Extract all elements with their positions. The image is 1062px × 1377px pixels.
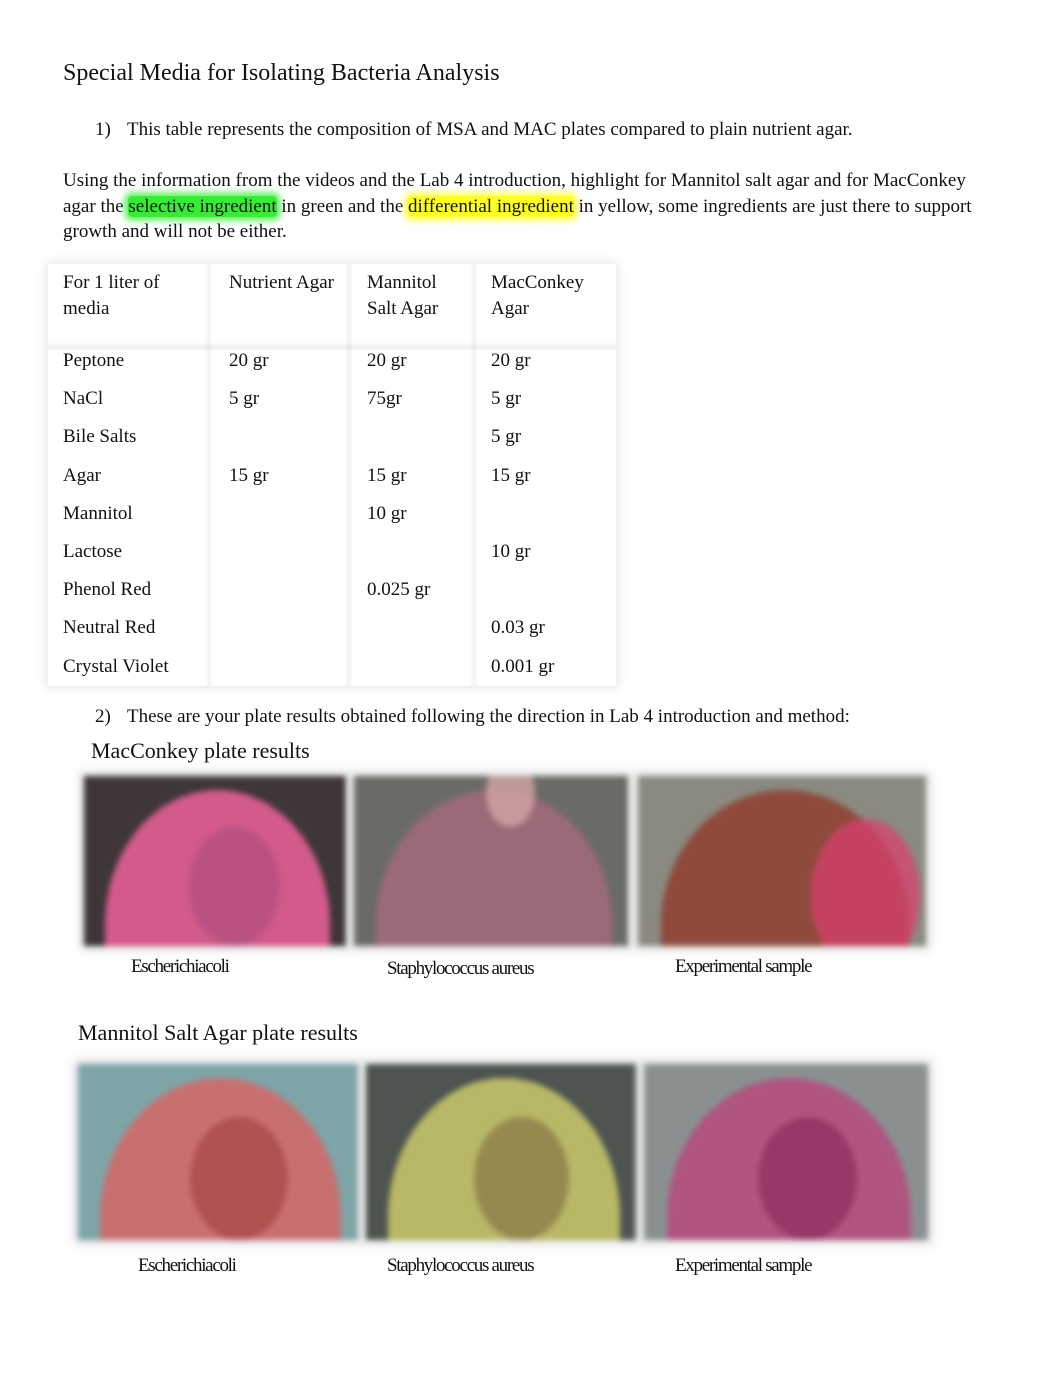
ingredient-amount: 75gr: [367, 388, 402, 410]
ingredient-amount: 20 gr: [229, 350, 269, 371]
ingredient-amount: 5 gr: [491, 388, 522, 410]
header-line: Agar: [491, 298, 529, 319]
ingredient-amount: 0.03 gr: [491, 617, 545, 639]
bacterial-growth-region: [188, 827, 281, 946]
header-line: media: [63, 298, 110, 319]
ingredient-amount: 10 gr: [367, 502, 407, 524]
agar-plate-photo: [366, 1064, 636, 1240]
question-1-text: This table represents the composition of…: [127, 119, 853, 140]
ingredient-amount: 15 gr: [229, 464, 269, 486]
question-2: 2) These are your plate results obtained …: [95, 706, 850, 728]
header-line: MacConkey: [491, 272, 584, 293]
table-header-cell: Nutrient Agar: [229, 270, 334, 296]
ingredient-amount: 0.025 gr: [367, 579, 431, 601]
column-divider: [345, 264, 353, 686]
ingredient-amount: 20 gr: [367, 350, 407, 371]
selective-ingredient-highlight: selective ingredient: [128, 195, 277, 217]
agar-plate-photo: [644, 1064, 928, 1240]
bacterial-growth-region: [474, 1116, 569, 1240]
ingredient-name: Mannitol: [63, 502, 133, 524]
question-2-number: 2): [95, 706, 111, 727]
header-line: For 1 liter of: [63, 272, 160, 293]
bacterial-growth-region: [190, 1116, 288, 1240]
instructions-text-2: in green and the: [276, 195, 409, 217]
ingredient-amount: 0.001 gr: [491, 655, 555, 677]
column-divider: [205, 264, 213, 686]
ingredient-name: Agar: [63, 464, 101, 486]
differential-ingredient-highlight: differential ingredient: [408, 195, 574, 217]
ingredient-name: Bile Salts: [63, 426, 137, 448]
msa-results-heading: Mannitol Salt Agar plate results: [78, 1020, 358, 1045]
table-header-cell: MacConkey Agar: [491, 270, 584, 322]
plate-caption: Escherichiacoli: [131, 956, 230, 977]
instructions-paragraph: Using the information from the videos an…: [63, 168, 993, 245]
question-1: 1) This table represents the composition …: [95, 119, 853, 141]
agar-plate-photo: [78, 1064, 358, 1240]
plate-caption: Experimental sample: [675, 1255, 813, 1276]
ingredient-amount: 15 gr: [367, 464, 407, 486]
ingredient-amount: 5 gr: [229, 388, 260, 410]
question-1-number: 1): [95, 119, 111, 140]
header-line: Salt Agar: [367, 298, 439, 319]
plate-caption: Staphylococcus aureus: [387, 958, 535, 979]
ingredient-name: Peptone: [63, 350, 125, 371]
agar-plate-photo: [84, 776, 346, 946]
table-header-cell: Mannitol Salt Agar: [367, 270, 438, 322]
ingredient-name: Neutral Red: [63, 617, 156, 639]
header-line: Nutrient Agar: [229, 272, 335, 293]
ingredient-name: Lactose: [63, 541, 123, 562]
ingredient-amount: 5 gr: [491, 426, 522, 448]
table-header-cell: For 1 liter of media: [63, 270, 160, 322]
ingredient-name: NaCl: [63, 388, 104, 410]
document-title: Special Media for Isolating Bacteria Ana…: [63, 60, 500, 86]
plate-caption: Experimental sample: [675, 956, 813, 977]
agar-plate-photo: [354, 776, 628, 946]
plate-caption: Escherichiacoli: [138, 1255, 237, 1276]
question-2-text: These are your plate results obtained fo…: [127, 706, 850, 727]
ingredient-amount: 10 gr: [491, 541, 531, 562]
ingredient-amount: 15 gr: [491, 464, 531, 486]
plate-caption: Staphylococcus aureus: [387, 1255, 535, 1276]
header-line: Mannitol: [367, 272, 437, 293]
ingredient-name: Phenol Red: [63, 579, 152, 601]
agar-plate-photo: [638, 776, 926, 946]
ingredient-amount: 20 gr: [491, 350, 531, 371]
bacterial-growth-region: [757, 1116, 857, 1240]
column-divider: [470, 264, 478, 686]
composition-table: For 1 liter of media Nutrient Agar Mannitol…: [48, 264, 616, 686]
ingredient-name: Crystal Violet: [63, 655, 169, 677]
macconkey-results-heading: MacConkey plate results: [91, 738, 310, 763]
